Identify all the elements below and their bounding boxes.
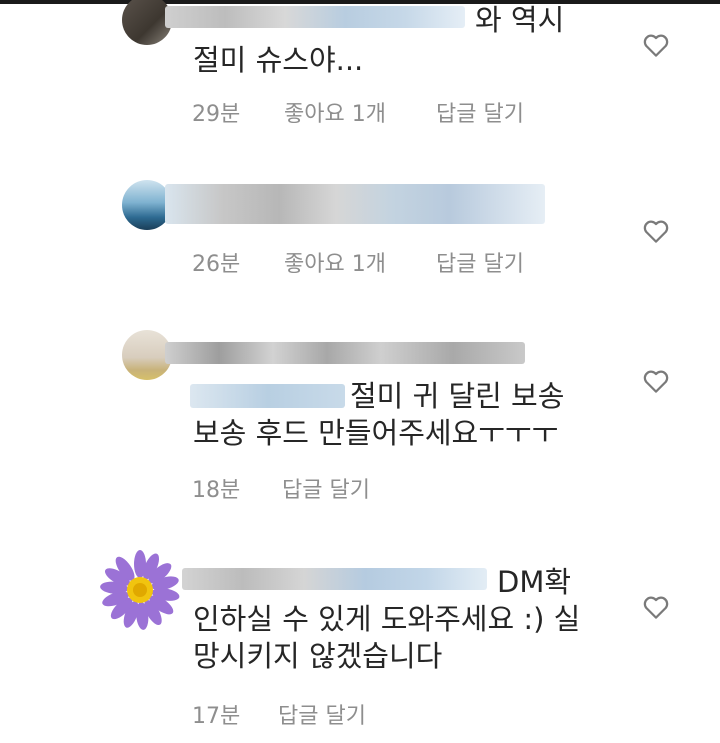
comment-text: 절미 슈스야... — [193, 43, 364, 77]
likes-count-button[interactable]: 좋아요 1개 — [284, 96, 386, 128]
reply-button[interactable]: 답글 달기 — [278, 698, 366, 730]
blurred-username[interactable] — [182, 568, 487, 590]
reply-button[interactable]: 답글 달기 — [436, 96, 524, 128]
comment-text: DM확 — [497, 565, 572, 599]
user-avatar[interactable] — [100, 550, 180, 630]
heart-outline-icon[interactable] — [641, 366, 671, 396]
comment-text: 와 역시 — [475, 3, 565, 37]
blurred-username[interactable] — [165, 342, 525, 364]
comment-time: 29분 — [192, 102, 241, 127]
comment-item: 26분 좋아요 1개 답글 달기 — [0, 150, 720, 300]
blurred-username[interactable] — [165, 184, 545, 224]
comment-item: DM확 인하실 수 있게 도와주세요 :) 실 망시키지 않겠습니다 17분 답… — [0, 530, 720, 743]
comment-time: 18분 — [192, 478, 241, 503]
heart-outline-icon[interactable] — [641, 30, 671, 60]
comment-item: 와 역시 절미 슈스야... 29분 좋아요 1개 답글 달기 — [0, 0, 720, 150]
blurred-username[interactable] — [165, 6, 465, 28]
comment-text: 절미 귀 달린 보송 — [350, 379, 565, 413]
reply-button[interactable]: 답글 달기 — [282, 472, 370, 504]
comment-time: 26분 — [192, 252, 241, 277]
likes-count-button[interactable]: 좋아요 1개 — [284, 246, 386, 278]
comment-text: 인하실 수 있게 도와주세요 :) 실 — [193, 602, 581, 636]
comment-time: 17분 — [192, 704, 241, 729]
heart-outline-icon[interactable] — [641, 216, 671, 246]
comment-text: 보송 후드 만들어주세요ㅜㅜㅜ — [193, 416, 559, 450]
blurred-mention[interactable] — [190, 384, 345, 408]
comment-item: 절미 귀 달린 보송 보송 후드 만들어주세요ㅜㅜㅜ 18분 답글 달기 — [0, 300, 720, 530]
heart-outline-icon[interactable] — [641, 592, 671, 622]
reply-button[interactable]: 답글 달기 — [436, 246, 524, 278]
comment-text: 망시키지 않겠습니다 — [193, 639, 443, 673]
